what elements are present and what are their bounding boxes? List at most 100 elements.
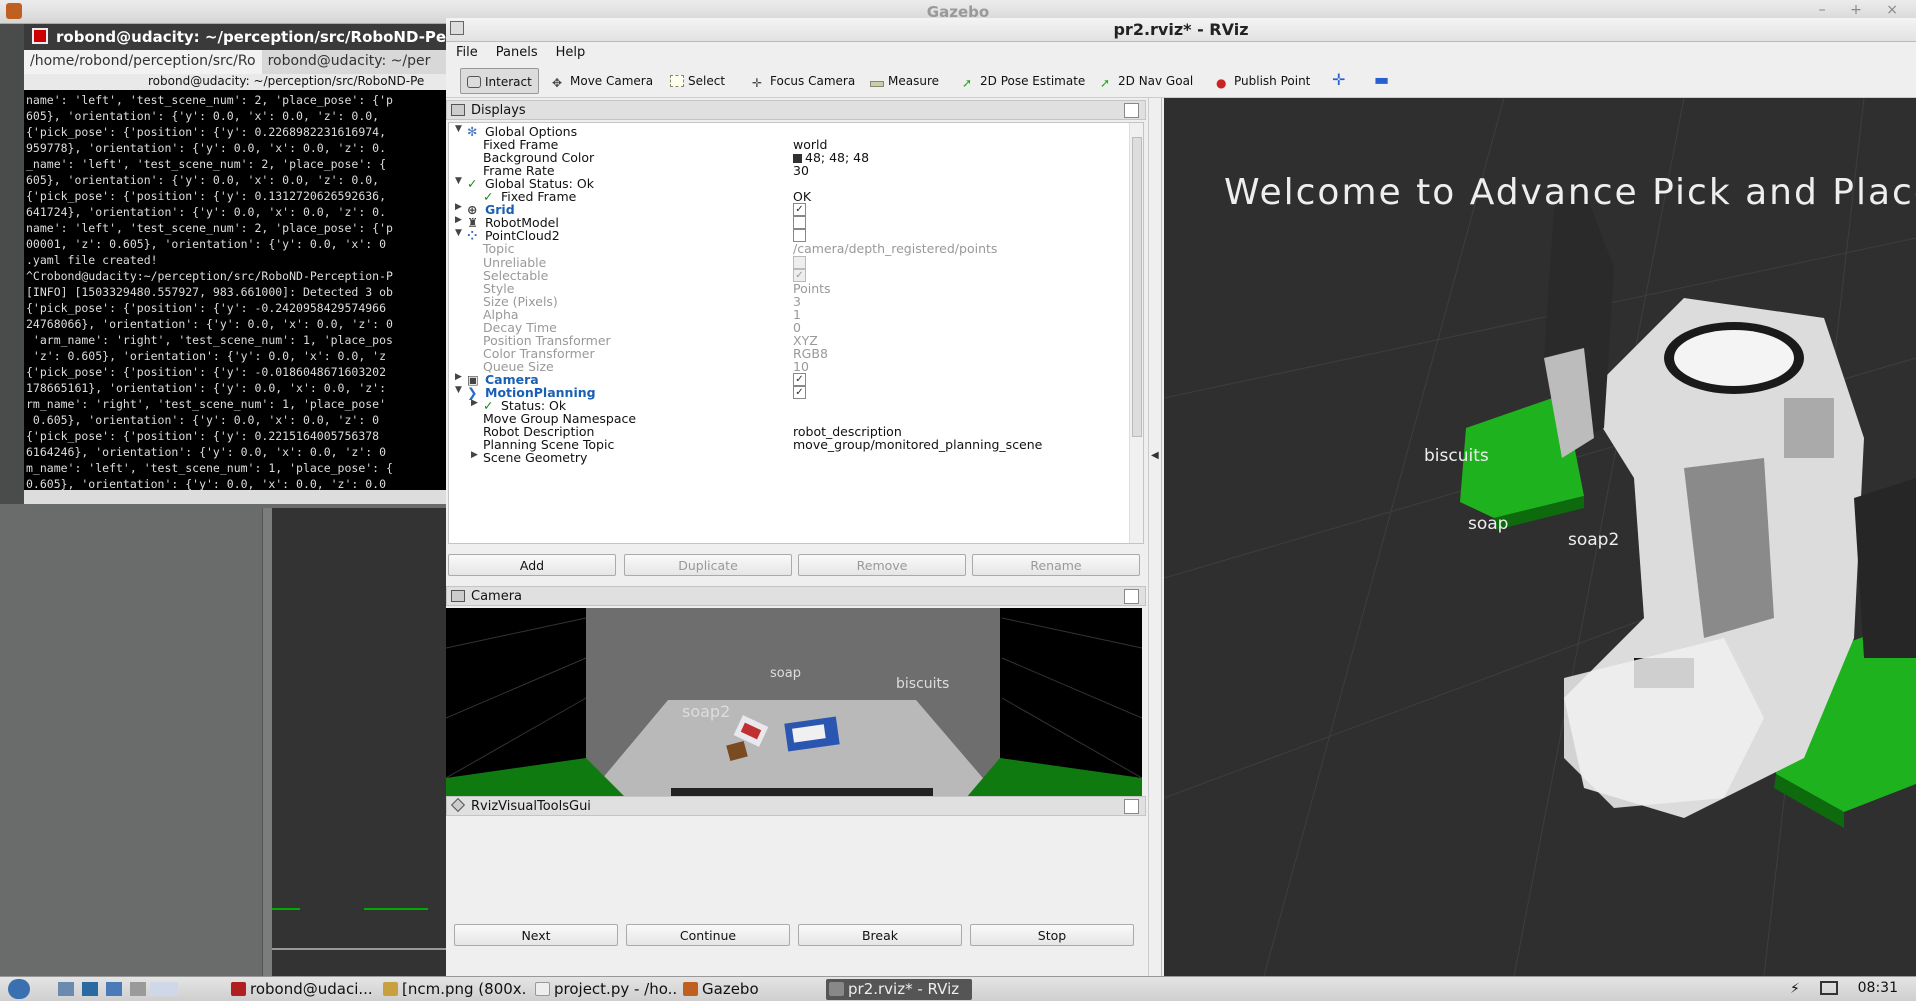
- terminal-tab-1[interactable]: /home/robond/perception/src/Ro: [24, 50, 262, 74]
- collapse-arrow-icon[interactable]: ▼: [455, 385, 462, 395]
- power-icon[interactable]: ⚡: [1790, 981, 1800, 997]
- terminal-subtitle: robond@udacity: ~/perception/src/RoboND-…: [148, 74, 425, 88]
- rviz-title-bar[interactable]: pr2.rviz* - RViz: [446, 18, 1916, 42]
- start-menu-icon[interactable]: [8, 979, 30, 999]
- break-button[interactable]: Break: [798, 924, 962, 946]
- tool-focus-camera[interactable]: ✛ Focus Camera: [746, 68, 861, 94]
- taskbar: robond@udaci... [ncm.png (800x... projec…: [0, 976, 1916, 1001]
- tree-scrollbar[interactable]: [1129, 123, 1143, 543]
- tree-row-checkbox[interactable]: ✓: [793, 203, 806, 217]
- network-icon[interactable]: [1820, 981, 1838, 995]
- continue-button[interactable]: Continue: [626, 924, 790, 946]
- gazebo-splitter[interactable]: [262, 508, 272, 976]
- terminal-icon: [231, 982, 246, 996]
- expand-arrow-icon[interactable]: ▶: [455, 372, 462, 382]
- terminal-tab-2[interactable]: robond@udacity: ~/per: [262, 50, 437, 74]
- tree-row-checkbox[interactable]: ✓: [793, 268, 806, 282]
- tool-move-camera[interactable]: ✥ Move Camera: [546, 68, 659, 94]
- diamond-icon: [450, 797, 466, 813]
- panel-close-box[interactable]: [1124, 589, 1139, 604]
- tree-row-checkbox[interactable]: [793, 229, 806, 243]
- task-label: project.py - /ho...: [554, 980, 676, 998]
- map-pin-icon: ●: [1216, 76, 1227, 90]
- rviz-window: pr2.rviz* - RViz File Panels Help Interact…: [446, 18, 1916, 976]
- terminal-line: {'pick_pose': {'position': {'y': 0.13127…: [26, 189, 387, 203]
- stop-button[interactable]: Stop: [970, 924, 1134, 946]
- expand-arrow-icon[interactable]: ▶: [455, 202, 462, 212]
- terminal-line: _name': 'left', 'test_scene_num': 2, 'pl…: [26, 157, 387, 171]
- show-desktop-icon[interactable]: [58, 982, 74, 996]
- panel-close-box[interactable]: [1124, 103, 1139, 118]
- scroll-thumb[interactable]: [1132, 137, 1142, 437]
- tool-select[interactable]: Select: [664, 68, 731, 94]
- task-gazebo[interactable]: Gazebo: [680, 979, 820, 1000]
- 3d-view[interactable]: Welcome to Advance Pick and Place biscui…: [1164, 98, 1916, 976]
- move-arrows-icon: ✥: [552, 76, 563, 90]
- expand-arrow-icon[interactable]: ▶: [471, 450, 478, 460]
- rvt-panel-label: RvizVisualToolsGui: [471, 799, 591, 814]
- remove-tool-button[interactable]: ▬: [1368, 68, 1395, 94]
- browser-icon[interactable]: [106, 982, 122, 996]
- tool-label: Move Camera: [570, 74, 654, 88]
- tool-label: Measure: [888, 74, 939, 88]
- task-label: robond@udaci...: [250, 980, 373, 998]
- gazebo-window-controls[interactable]: – + ×: [1819, 2, 1908, 18]
- terminal-scrollbar[interactable]: [24, 490, 448, 504]
- task-rviz[interactable]: pr2.rviz* - RViz: [826, 979, 972, 1000]
- panel-splitter[interactable]: ◀: [1148, 98, 1162, 976]
- add-button[interactable]: Add: [448, 554, 616, 576]
- remove-button[interactable]: Remove: [798, 554, 966, 576]
- next-button[interactable]: Next: [454, 924, 618, 946]
- tree-row[interactable]: ▶ Scene Geometry: [449, 450, 1125, 466]
- crosshair-icon: ✛: [752, 76, 763, 90]
- terminal-line: 959778}, 'orientation': {'y': 0.0, 'x': …: [26, 141, 387, 155]
- tree-row-checkbox[interactable]: ✓: [793, 386, 806, 399]
- gazebo-viewport-fragment: [272, 508, 446, 976]
- terminal-line: rm_name': 'right', 'test_scene_num': 1, …: [26, 397, 387, 411]
- collapse-arrow-icon[interactable]: ▼: [455, 176, 462, 186]
- duplicate-button[interactable]: Duplicate: [624, 554, 792, 576]
- clock[interactable]: 08:31: [1858, 980, 1898, 996]
- label-soap2: soap2: [1568, 530, 1620, 550]
- panel-close-box[interactable]: [1124, 799, 1139, 814]
- tool-measure[interactable]: Measure: [864, 68, 945, 94]
- terminal-title-bar[interactable]: robond@udacity: ~/perception/src/RoboND-…: [24, 24, 448, 50]
- displays-title: Displays: [471, 103, 526, 118]
- tool-label: 2D Nav Goal: [1118, 74, 1194, 88]
- tool-2d-nav-goal[interactable]: ➚ 2D Nav Goal: [1094, 68, 1199, 94]
- task-editor[interactable]: project.py - /ho...: [532, 979, 676, 1000]
- plus-icon: ✛: [1332, 70, 1346, 89]
- expand-arrow-icon[interactable]: ▶: [471, 398, 478, 408]
- tool-interact[interactable]: Interact: [460, 68, 539, 94]
- add-tool-button[interactable]: ✛: [1326, 68, 1351, 94]
- menu-file[interactable]: File: [446, 42, 486, 60]
- color-swatch[interactable]: [793, 154, 802, 164]
- tree-row-checkbox[interactable]: ✓: [793, 372, 806, 386]
- collapse-arrow-icon[interactable]: ▼: [455, 124, 462, 134]
- file-manager-icon[interactable]: [82, 982, 98, 996]
- workspace-switcher[interactable]: [150, 982, 178, 996]
- terminal-line: 0.605}, 'orientation': {'y': 0.0, 'x': 0…: [26, 413, 380, 427]
- task-image-viewer[interactable]: [ncm.png (800x...: [380, 979, 526, 1000]
- 3d-scene: [1164, 98, 1916, 976]
- task-terminal[interactable]: robond@udaci...: [228, 979, 374, 1000]
- terminal-line: ^Crobond@udacity:~/perception/src/RoboND…: [26, 269, 393, 283]
- expand-arrow-icon[interactable]: ▶: [455, 215, 462, 225]
- tool-label: Publish Point: [1234, 74, 1311, 88]
- menu-panels[interactable]: Panels: [486, 42, 546, 60]
- terminal-window: robond@udacity: ~/perception/src/RoboND-…: [24, 24, 448, 504]
- tool-publish-point[interactable]: ● Publish Point: [1210, 68, 1316, 94]
- terminal-output[interactable]: name': 'left', 'test_scene_num': 2, 'pla…: [24, 90, 448, 490]
- rename-button[interactable]: Rename: [972, 554, 1140, 576]
- tool-2d-pose-estimate[interactable]: ➚ 2D Pose Estimate: [956, 68, 1091, 94]
- collapse-arrow-icon[interactable]: ▼: [455, 228, 462, 238]
- terminal-launcher-icon[interactable]: [130, 982, 146, 996]
- tree-row-checkbox[interactable]: [793, 255, 806, 269]
- tool-label: Select: [688, 74, 726, 88]
- terminal-line: {'pick_pose': {'position': {'y': -0.0186…: [26, 365, 387, 379]
- tree-row-checkbox[interactable]: [793, 216, 806, 230]
- tree-row-label: Scene Geometry: [483, 450, 588, 466]
- menu-help[interactable]: Help: [546, 42, 594, 60]
- camera-view[interactable]: soap biscuits soap2: [446, 608, 1142, 798]
- green-arrow-icon: ➚: [1100, 76, 1111, 90]
